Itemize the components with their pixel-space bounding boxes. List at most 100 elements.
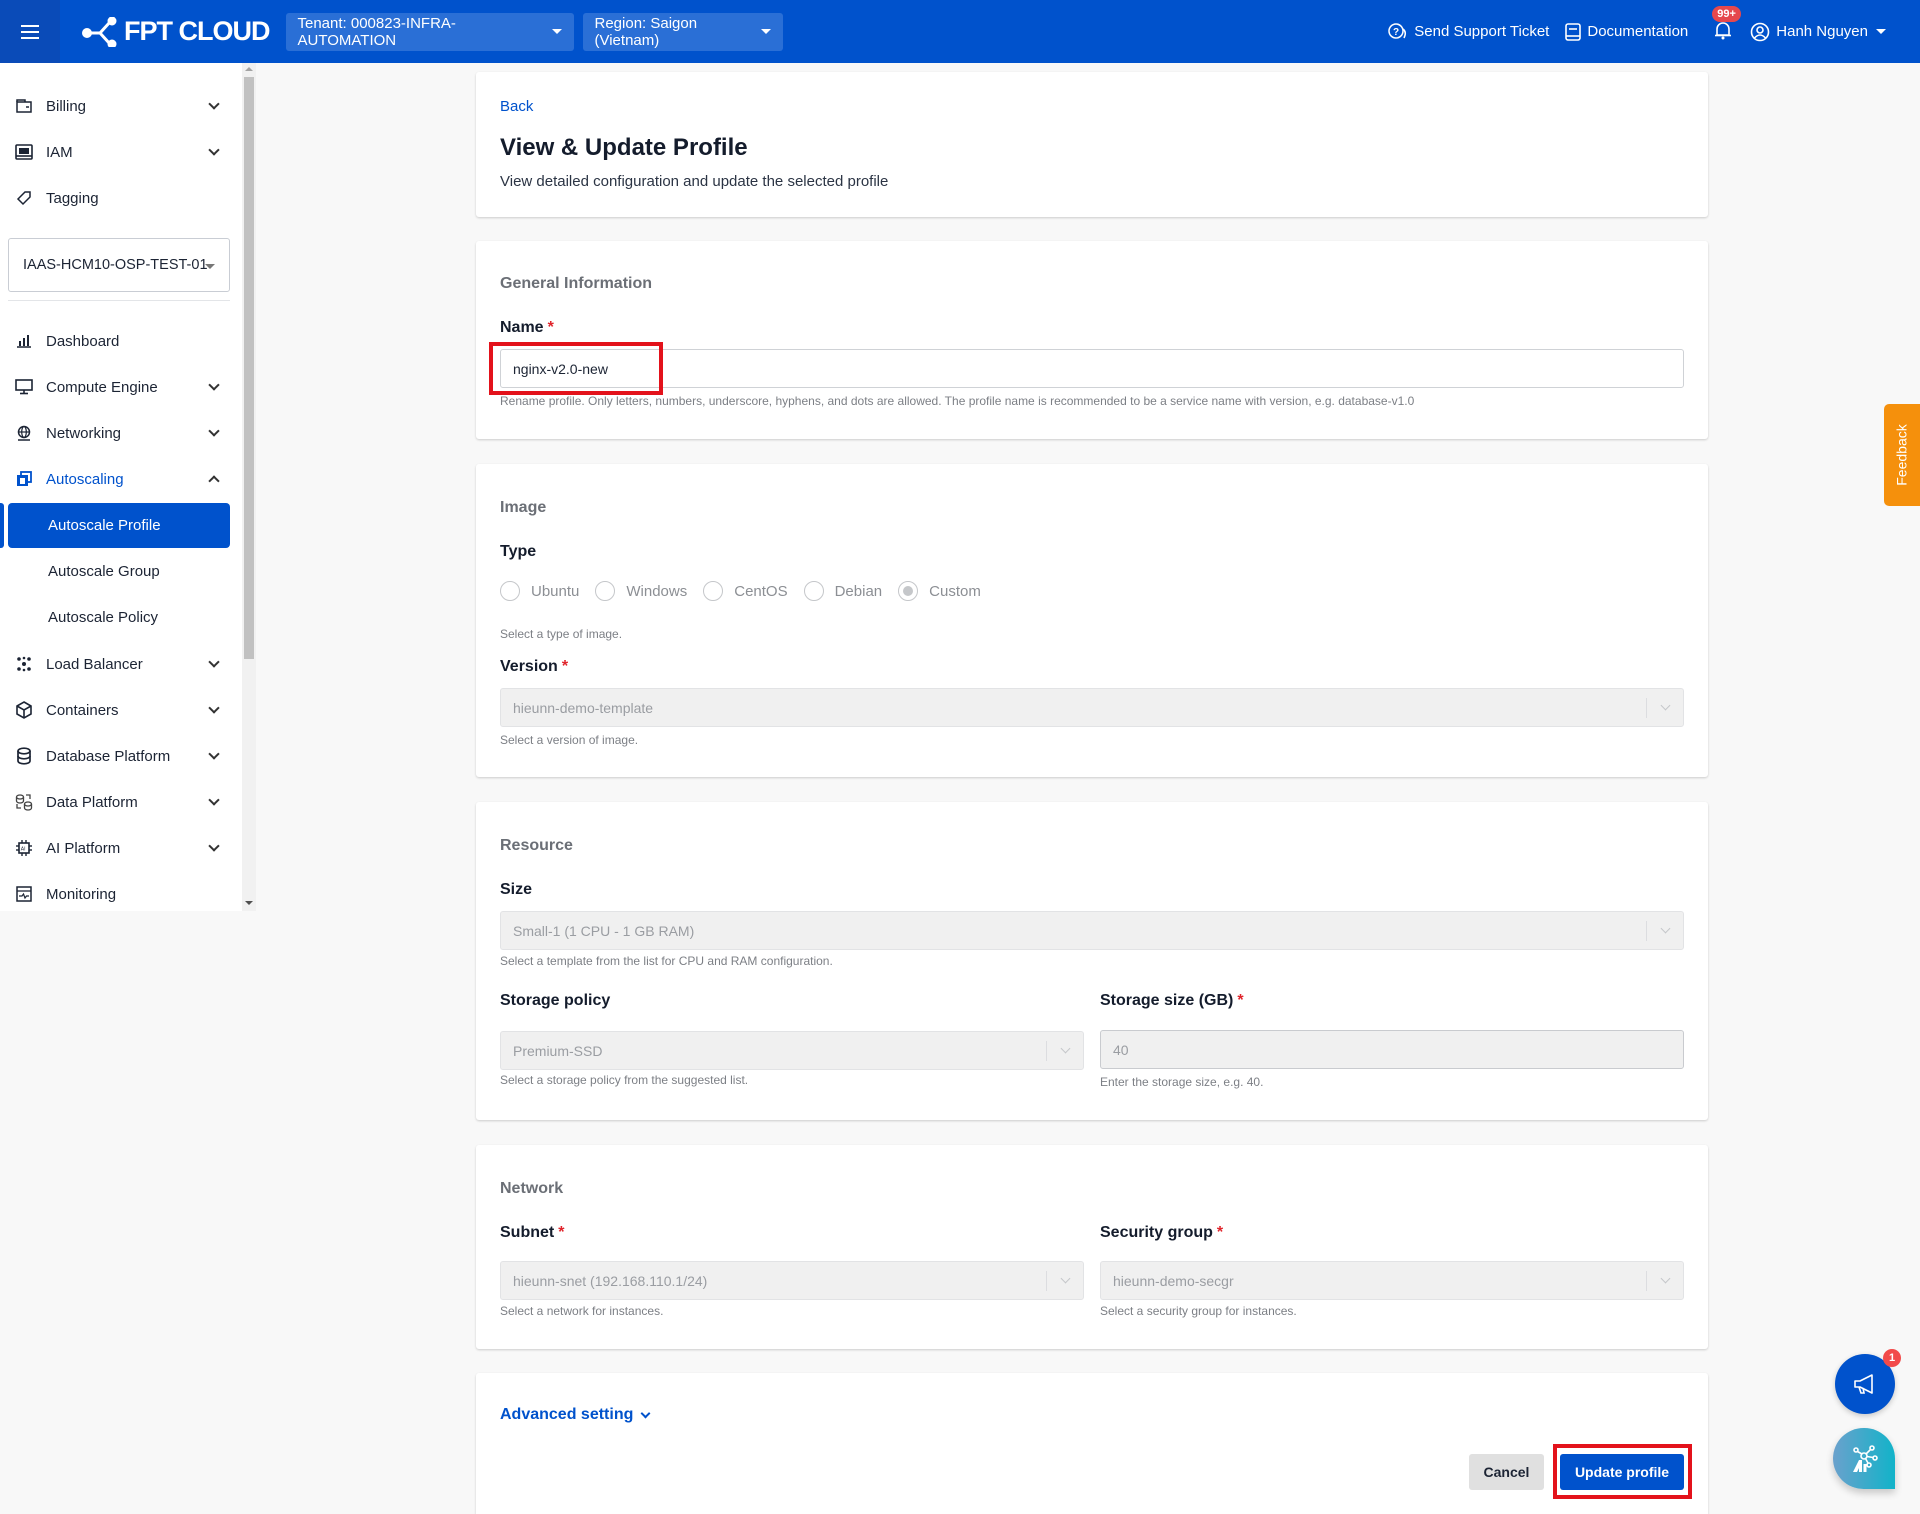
sidebar-item-label: Autoscaling bbox=[46, 470, 124, 488]
security-group-value: hieunn-demo-secgr bbox=[1113, 1272, 1234, 1289]
documentation-link[interactable]: Documentation bbox=[1565, 22, 1688, 41]
user-avatar-icon bbox=[1750, 22, 1770, 41]
box-icon bbox=[14, 700, 34, 720]
required-asterisk: * bbox=[561, 658, 569, 675]
storage-policy-label: Storage policy bbox=[500, 992, 611, 1009]
required-asterisk: * bbox=[1237, 992, 1244, 1009]
sidebar-item-iam[interactable]: IAM bbox=[0, 130, 230, 174]
size-select[interactable]: Small-1 (1 CPU - 1 GB RAM) bbox=[500, 911, 1684, 950]
version-select[interactable]: hieunn-demo-template bbox=[500, 688, 1684, 727]
region-value: Region: Saigon (Vietnam) bbox=[594, 14, 698, 49]
radio-ubuntu[interactable]: Ubuntu bbox=[500, 581, 579, 601]
size-help-text: Select a template from the list for CPU … bbox=[500, 954, 833, 968]
name-help-text: Rename profile. Only letters, numbers, u… bbox=[500, 394, 1415, 408]
chevron-down-icon bbox=[208, 425, 220, 437]
version-help-text: Select a version of image. bbox=[500, 733, 639, 747]
sidebar-item-label: Data Platform bbox=[46, 793, 138, 811]
scrollbar-thumb[interactable] bbox=[244, 77, 254, 659]
feedback-tab[interactable]: Feedback bbox=[1884, 404, 1920, 506]
database-icon bbox=[14, 746, 34, 766]
sidebar-item-data-platform[interactable]: Data Platform bbox=[0, 780, 230, 824]
security-group-label: Security group * bbox=[1100, 1224, 1223, 1242]
sidebar-scrollbar[interactable] bbox=[242, 63, 256, 911]
cancel-button[interactable]: Cancel bbox=[1469, 1454, 1544, 1490]
subnet-select[interactable]: hieunn-snet (192.168.110.1/24) bbox=[500, 1261, 1084, 1300]
monitor-icon bbox=[14, 377, 34, 397]
sidebar-item-label: Database Platform bbox=[46, 747, 171, 765]
subnet-select-value: hieunn-snet (192.168.110.1/24) bbox=[513, 1272, 708, 1289]
type-help-text: Select a type of image. bbox=[500, 627, 623, 641]
sidebar: Billing IAM Tagging IAAS-HCM10-OSP-TEST-… bbox=[0, 63, 256, 911]
radio-custom[interactable]: Custom bbox=[898, 581, 981, 601]
version-select-value: hieunn-demo-template bbox=[513, 699, 654, 716]
project-select[interactable]: IAAS-HCM10-OSP-TEST-01 bbox=[8, 238, 230, 292]
chevron-down-icon bbox=[1660, 700, 1671, 711]
sidebar-item-load-balancer[interactable]: Load Balancer bbox=[0, 642, 230, 686]
notifications-button[interactable]: 99+ bbox=[1712, 5, 1741, 44]
svg-text:AI: AI bbox=[21, 847, 26, 853]
storage-size-label-text: Storage size (GB) bbox=[1100, 992, 1234, 1009]
required-asterisk: * bbox=[1216, 1224, 1224, 1241]
notifications-badge: 99+ bbox=[1712, 5, 1741, 22]
sidebar-subitem-label: Autoscale Profile bbox=[48, 517, 161, 534]
section-title-general: General Information bbox=[500, 275, 653, 292]
radio-centos[interactable]: CentOS bbox=[703, 581, 788, 601]
sidebar-item-networking[interactable]: Networking bbox=[0, 411, 230, 455]
sidebar-item-label: AI Platform bbox=[46, 839, 121, 857]
sidebar-subitem-autoscale-policy[interactable]: Autoscale Policy bbox=[8, 595, 230, 640]
storage-size-input[interactable]: 40 bbox=[1100, 1030, 1684, 1069]
storage-policy-select[interactable]: Premium-SSD bbox=[500, 1031, 1084, 1070]
sidebar-item-autoscaling[interactable]: Autoscaling bbox=[0, 457, 230, 501]
caret-down-icon bbox=[760, 29, 771, 34]
region-select[interactable]: Region: Saigon (Vietnam) bbox=[582, 12, 783, 51]
sidebar-item-label: IAM bbox=[46, 143, 73, 161]
sidebar-item-containers[interactable]: Containers bbox=[0, 688, 230, 732]
radio-label: CentOS bbox=[734, 582, 788, 600]
radio-circle bbox=[595, 581, 616, 601]
scroll-down-arrow-icon[interactable] bbox=[245, 901, 253, 905]
page-header-card: Back View & Update Profile View detailed… bbox=[476, 72, 1708, 217]
scroll-up-arrow-icon[interactable] bbox=[245, 67, 253, 71]
wallet-icon bbox=[14, 96, 34, 116]
section-title-resource: Resource bbox=[500, 837, 573, 854]
radio-windows[interactable]: Windows bbox=[595, 581, 687, 601]
select-separator bbox=[1046, 1271, 1047, 1291]
sidebar-subitem-autoscale-group[interactable]: Autoscale Group bbox=[8, 549, 230, 594]
support-ticket-link[interactable]: ? Send Support Ticket bbox=[1388, 22, 1549, 41]
book-icon bbox=[1565, 22, 1582, 41]
menu-toggle-button[interactable] bbox=[0, 0, 60, 63]
required-asterisk: * bbox=[558, 1224, 565, 1241]
user-menu[interactable]: Hanh Nguyen bbox=[1750, 22, 1886, 42]
security-group-select[interactable]: hieunn-demo-secgr bbox=[1100, 1261, 1684, 1300]
subnet-label: Subnet * bbox=[500, 1224, 564, 1242]
sidebar-item-compute-engine[interactable]: Compute Engine bbox=[0, 365, 230, 409]
radio-debian[interactable]: Debian bbox=[803, 581, 882, 601]
sidebar-item-monitoring[interactable]: Monitoring bbox=[0, 872, 230, 911]
back-link[interactable]: Back bbox=[500, 98, 533, 115]
required-asterisk: * bbox=[547, 319, 554, 336]
sidebar-item-label: Tagging bbox=[46, 189, 99, 207]
sidebar-item-database-platform[interactable]: Database Platform bbox=[0, 734, 230, 778]
tenant-select[interactable]: Tenant: 000823-INFRA-AUTOMATION bbox=[285, 12, 574, 51]
sidebar-item-tagging[interactable]: Tagging bbox=[0, 176, 230, 220]
sidebar-item-label: Billing bbox=[46, 97, 87, 115]
sidebar-item-ai-platform[interactable]: AI AI Platform bbox=[0, 826, 230, 870]
announcement-button[interactable]: 1 bbox=[1835, 1349, 1901, 1414]
advanced-setting-toggle[interactable]: Advanced setting bbox=[500, 1406, 651, 1424]
select-separator bbox=[1046, 1041, 1047, 1061]
name-input[interactable]: nginx-v2.0-new bbox=[500, 349, 1684, 388]
select-separator bbox=[1646, 698, 1647, 718]
ai-assistant-button[interactable] bbox=[1833, 1428, 1895, 1489]
sidebar-item-billing[interactable]: Billing bbox=[0, 84, 230, 128]
sidebar-item-dashboard[interactable]: Dashboard bbox=[0, 319, 230, 363]
tenant-value: Tenant: 000823-INFRA-AUTOMATION bbox=[297, 14, 456, 49]
feedback-label: Feedback bbox=[1894, 424, 1911, 486]
sidebar-item-label: Containers bbox=[46, 701, 119, 719]
radio-label: Custom bbox=[929, 582, 981, 600]
name-label: Name * bbox=[500, 319, 554, 337]
chevron-down-icon bbox=[208, 794, 220, 806]
storage-size-help-text: Enter the storage size, e.g. 40. bbox=[1100, 1075, 1264, 1089]
brand-logo[interactable]: FPT CLOUD bbox=[82, 16, 270, 47]
security-group-label-text: Security group bbox=[1100, 1224, 1213, 1241]
sidebar-subitem-autoscale-profile[interactable]: Autoscale Profile bbox=[8, 503, 230, 548]
